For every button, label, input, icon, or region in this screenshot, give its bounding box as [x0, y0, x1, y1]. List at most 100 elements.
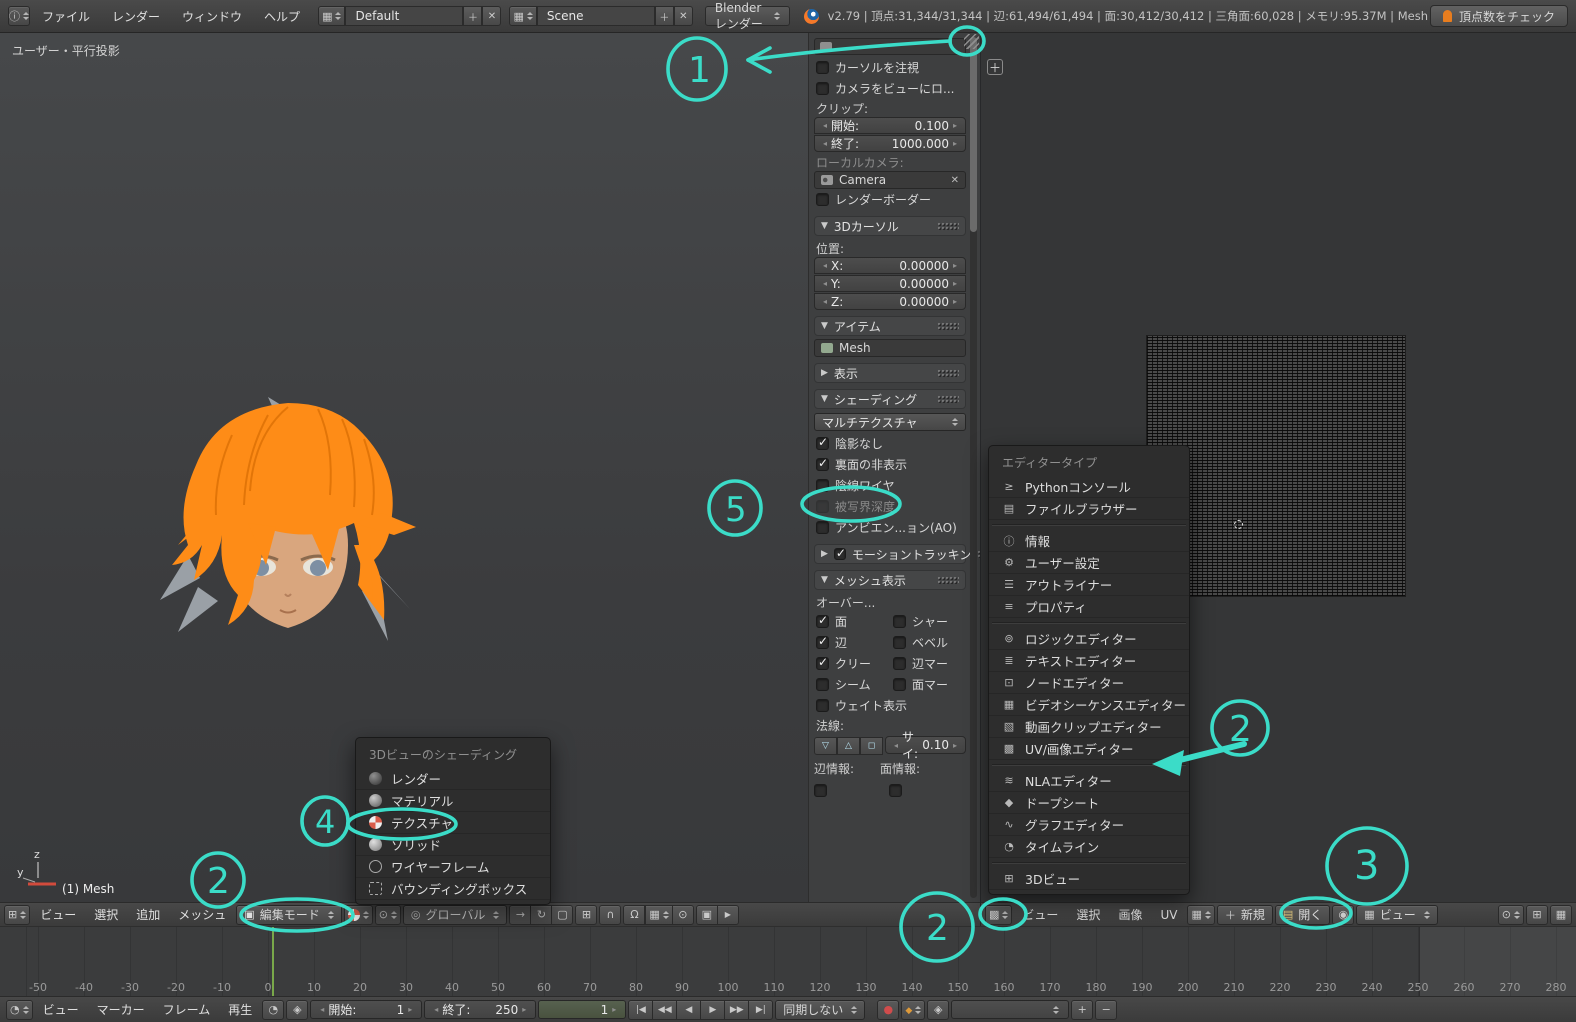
checkbox[interactable]	[893, 657, 906, 670]
menu-marker[interactable]: マーカー	[89, 1001, 153, 1018]
menu-view[interactable]: ビュー	[35, 1001, 87, 1018]
face-normals-toggle[interactable]	[860, 736, 883, 755]
mesh-display-option[interactable]: シャー	[891, 611, 966, 632]
editor-menu-item[interactable]: ◔ タイムライン	[989, 836, 1189, 858]
scene-browse-button[interactable]	[509, 6, 537, 26]
clear-icon[interactable]: ✕	[951, 175, 959, 186]
checkbox[interactable]	[816, 613, 829, 628]
image-browse-button[interactable]	[1187, 904, 1215, 925]
uv-sync-select-button[interactable]	[1526, 904, 1548, 925]
shading-menu-item[interactable]: レンダー	[356, 768, 550, 790]
snap-magnet-button[interactable]	[623, 904, 646, 925]
record-button[interactable]	[877, 999, 900, 1020]
panel-header-item[interactable]: ▼ アイテム	[814, 316, 966, 336]
uv-pivot-dropdown[interactable]	[1497, 904, 1524, 925]
mesh-display-option[interactable]: 面マー	[891, 674, 966, 695]
keying-set-dropdown[interactable]	[951, 1000, 1070, 1019]
editor-menu-item[interactable]: ▧ 動画クリップエディター	[989, 716, 1189, 738]
shading-option[interactable]: 陰線ワイヤ	[814, 475, 966, 496]
truncated-checkbox[interactable]	[889, 784, 902, 797]
keying-toggle-button[interactable]	[286, 999, 309, 1020]
editor-menu-item[interactable]: ◆ ドープシート	[989, 792, 1189, 814]
timeline-editor-type-button[interactable]	[6, 999, 33, 1020]
new-image-button[interactable]: 新規	[1216, 904, 1273, 925]
vertex-normals-toggle[interactable]	[814, 736, 837, 755]
checkbox[interactable]	[893, 678, 906, 691]
cursor-y-field[interactable]: Y: 0.00000	[814, 275, 966, 292]
menu-uv[interactable]: UV	[1152, 908, 1185, 922]
playback-button-0[interactable]: |◀	[628, 999, 654, 1020]
editor-menu-item[interactable]: ▦ ビデオシーケンスエディター	[989, 694, 1189, 716]
keyframe-type-dropdown[interactable]	[901, 999, 926, 1020]
shading-option[interactable]: アンビエン...ョン(AO)	[814, 517, 966, 538]
shading-option[interactable]: 被写界深度	[814, 496, 966, 517]
editor-menu-item[interactable]: ⓘ 情報	[989, 530, 1189, 552]
checkbox[interactable]	[893, 636, 906, 649]
checkbox[interactable]	[816, 456, 829, 471]
panel-header-motion-tracking[interactable]: ▶ モーショントラッキン	[814, 544, 980, 564]
object-name-field[interactable]: Mesh	[814, 339, 966, 357]
uv-editor-type-button[interactable]	[985, 904, 1013, 925]
current-frame-line[interactable]	[272, 927, 274, 996]
clip-end-field[interactable]: 終了: 1000.000	[814, 135, 966, 152]
layers-button[interactable]	[575, 904, 598, 925]
weight-display-checkbox[interactable]: ウェイト表示	[814, 695, 966, 716]
editor-menu-item[interactable]: ≋ NLAエディター	[989, 770, 1189, 792]
shading-option[interactable]: 陰影なし	[814, 433, 966, 454]
uv-2d-cursor[interactable]	[1234, 520, 1243, 529]
playback-button-3[interactable]: ▶	[700, 999, 726, 1020]
playback-button-2[interactable]: ◀	[676, 999, 702, 1020]
frame-start-field[interactable]: 開始: 1	[310, 1000, 423, 1019]
info-editor-type-button[interactable]	[8, 6, 30, 26]
scene-delete-button[interactable]: ✕	[673, 6, 693, 26]
mesh-display-option[interactable]: シーム	[814, 674, 889, 695]
scale-manipulator-button[interactable]	[551, 904, 574, 925]
lock-camera-checkbox[interactable]: カメラをビューにロ...	[814, 78, 966, 99]
mesh-display-option[interactable]: 辺マー	[891, 653, 966, 674]
checkbox[interactable]	[816, 479, 829, 492]
editor-menu-item[interactable]: ≡ プロパティ	[989, 596, 1189, 618]
editor-menu-item[interactable]: ⚙ ユーザー設定	[989, 552, 1189, 574]
editor-menu-item[interactable]: ⊡ ノードエディター	[989, 672, 1189, 694]
editor-menu-item[interactable]: ☰ アウトライナー	[989, 574, 1189, 596]
editor-menu-item[interactable]: ≣ テキストエディター	[989, 650, 1189, 672]
region-corner-widget[interactable]	[964, 34, 979, 49]
shading-menu-item[interactable]: マテリアル	[356, 790, 550, 812]
checkbox[interactable]	[816, 500, 829, 513]
cursor-z-field[interactable]: Z: 0.00000	[814, 293, 966, 310]
character-head-model[interactable]	[158, 395, 418, 655]
menu-image[interactable]: 画像	[1110, 906, 1150, 923]
opengl-render-button[interactable]	[695, 904, 718, 925]
shading-menu-item[interactable]: バウンディングボックス	[356, 878, 550, 900]
uv-snap-button[interactable]	[1550, 904, 1572, 925]
scrollbar-thumb[interactable]	[970, 37, 977, 232]
checkbox[interactable]	[816, 655, 829, 670]
panel-header-shading[interactable]: ▼ シェーディング	[814, 389, 966, 409]
uv-view-dropdown[interactable]: ビュー	[1356, 904, 1438, 925]
screen-delete-button[interactable]: ✕	[482, 6, 502, 26]
mode-dropdown[interactable]: 編集モード	[236, 904, 342, 925]
view3d-editor-type-button[interactable]	[4, 904, 31, 925]
panel-scrollbar[interactable]	[970, 37, 977, 898]
snap-target-button[interactable]	[671, 904, 694, 925]
normals-size-field[interactable]: サイ:0.10	[885, 730, 966, 761]
panel-header-3d-cursor[interactable]: ▼ 3Dカーソル	[814, 216, 966, 236]
menu-frame[interactable]: フレーム	[155, 1001, 219, 1018]
menu-play[interactable]: 再生	[220, 1001, 260, 1018]
menu-window[interactable]: ウィンドウ	[172, 8, 252, 25]
checkbox[interactable]	[816, 521, 829, 534]
mesh-display-option[interactable]: 辺	[814, 632, 889, 653]
editor-menu-item[interactable]: ▤ ファイルブラウザー	[989, 498, 1189, 520]
time-toggle-button[interactable]	[262, 999, 285, 1020]
snap-element-dropdown[interactable]	[645, 904, 673, 925]
vertex-check-button[interactable]: 頂点数をチェック	[1429, 5, 1568, 27]
checkbox[interactable]	[816, 678, 829, 691]
sync-dropdown[interactable]: 同期しない	[775, 999, 866, 1020]
keying-set-icon-button[interactable]	[927, 999, 950, 1020]
viewport-shading-dropdown[interactable]	[343, 904, 373, 925]
panel-header-mesh-display[interactable]: ▼ メッシュ表示	[814, 570, 966, 590]
proportional-edit-button[interactable]	[599, 904, 622, 925]
screen-name-field[interactable]: Default	[345, 6, 464, 26]
checkbox[interactable]	[816, 82, 829, 95]
playback-button-1[interactable]: ◀◀	[652, 999, 678, 1020]
